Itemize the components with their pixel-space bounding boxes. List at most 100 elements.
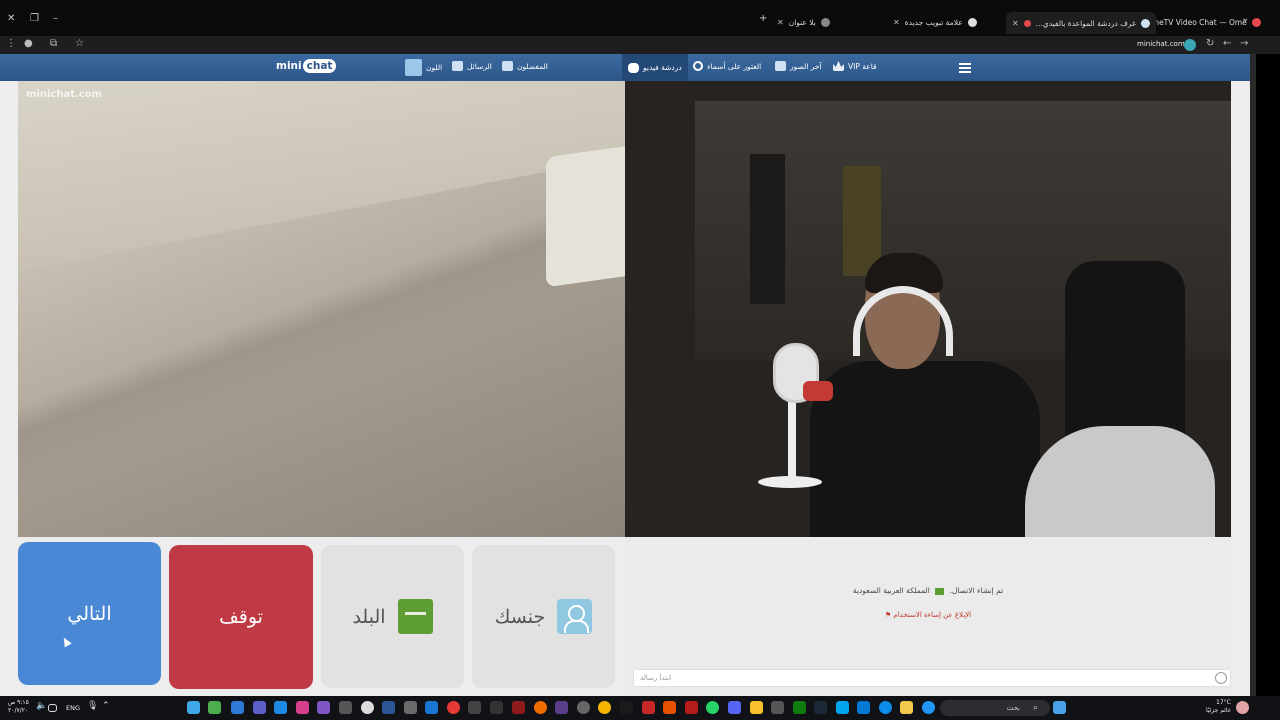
taskbar-app-icon[interactable]: [404, 701, 417, 714]
tab-minichat[interactable]: غرف دردشة المواعدة بالفيدي... ✕: [1006, 12, 1156, 34]
file-explorer-icon[interactable]: [900, 701, 913, 714]
taskbar-app-icon[interactable]: [663, 701, 676, 714]
page-scrollbar[interactable]: [1250, 54, 1256, 696]
store-icon[interactable]: [857, 701, 870, 714]
taskbar-app-icon[interactable]: [490, 701, 503, 714]
taskbar-app-icon[interactable]: [534, 701, 547, 714]
country-button[interactable]: البلد: [321, 545, 464, 688]
search-icon: ⌕: [1033, 703, 1039, 713]
language-indicator[interactable]: ENG: [66, 704, 80, 712]
taskbar-app-icon[interactable]: [382, 701, 395, 714]
profile-icon[interactable]: ●: [24, 38, 33, 49]
taskbar-app-icon[interactable]: [231, 701, 244, 714]
report-abuse-label: الإبلاغ عن إساءة الاستخدام: [893, 611, 972, 619]
taskbar-app-icon[interactable]: [468, 701, 481, 714]
close-tab-icon[interactable]: ✕: [893, 18, 900, 27]
nav-search-name[interactable]: العثور على أسماء: [693, 61, 761, 71]
bookmark-star-icon[interactable]: ☆: [75, 38, 84, 49]
taskbar-app-icon[interactable]: [750, 701, 763, 714]
chrome-icon[interactable]: [598, 701, 611, 714]
close-tab-icon[interactable]: ✕: [777, 18, 784, 27]
minimize-window-icon[interactable]: –: [53, 13, 58, 24]
new-tab-button[interactable]: +: [759, 13, 767, 24]
taskbar-app-icon[interactable]: [620, 701, 633, 714]
chat-message-input[interactable]: ابتدأ رسالة: [633, 669, 1231, 687]
gender-button[interactable]: جنسك: [472, 545, 615, 688]
saudi-flag-icon: [397, 599, 433, 634]
partner-country: المملكة العربية السعودية: [852, 586, 930, 595]
network-icon[interactable]: [48, 704, 57, 712]
taskbar-app-icon[interactable]: [922, 701, 935, 714]
clock-time: ٩:١٥ ص: [8, 699, 29, 706]
taskbar-app-icon[interactable]: [361, 701, 374, 714]
reload-icon[interactable]: ↻: [1206, 38, 1214, 49]
edge-icon[interactable]: [879, 701, 892, 714]
xbox-icon[interactable]: [793, 701, 806, 714]
restore-window-icon[interactable]: ❐: [30, 13, 39, 24]
taskbar-app-icon[interactable]: [577, 701, 590, 714]
nav-messages[interactable]: الرسائل: [452, 61, 492, 71]
taskbar-app-icon[interactable]: [187, 701, 200, 714]
next-button[interactable]: التالي: [18, 542, 161, 685]
more-menu-icon[interactable]: ⋮: [6, 38, 16, 49]
gender-avatar-icon: [557, 599, 593, 634]
taskbar-app-icon[interactable]: [339, 701, 352, 714]
extensions-icon[interactable]: ⧉: [50, 38, 57, 49]
taskbar-clock[interactable]: ٩:١٥ ص ٢٠/٧/٢٠: [8, 699, 29, 715]
menu-icon[interactable]: [959, 63, 971, 73]
whatsapp-icon[interactable]: [706, 701, 719, 714]
taskbar-app-icon[interactable]: [685, 701, 698, 714]
url-field[interactable]: minichat.com: [1137, 40, 1185, 48]
close-window-icon[interactable]: ✕: [7, 13, 15, 24]
instagram-icon[interactable]: [296, 701, 309, 714]
taskbar-weather[interactable]: 17°C غائم جزئيًا: [1206, 699, 1231, 715]
taskbar-app-icon[interactable]: [771, 701, 784, 714]
local-video: [18, 81, 625, 537]
taskbar-app-icon[interactable]: [836, 701, 849, 714]
report-flag-icon: ⚑: [884, 611, 892, 619]
nav-favorites[interactable]: المفضلون: [502, 61, 548, 71]
minichat-page: VIP قاعة آخر الصور العثور على أسماء دردش…: [0, 54, 1250, 696]
tab-favicon-icon: [1140, 18, 1150, 28]
nav-color[interactable]: اللون: [405, 59, 442, 76]
site-info-icon[interactable]: [1184, 39, 1196, 51]
forward-icon[interactable]: ←: [1223, 38, 1231, 49]
logo-prefix: mini: [276, 60, 302, 72]
nav-video-chat[interactable]: دردشة فيديو: [622, 54, 688, 81]
taskbar-app-icon[interactable]: [274, 701, 287, 714]
minichat-logo[interactable]: mini chat: [276, 59, 337, 73]
partner-video: [625, 81, 1231, 537]
nav-color-label: اللون: [426, 63, 443, 72]
taskbar-app-icon[interactable]: [555, 701, 568, 714]
emoji-icon[interactable]: [1215, 672, 1227, 684]
browser-tab-bar: ✕ ❐ – + ⌄ OmeTV Video Chat — Ome... ✕ غر…: [0, 0, 1280, 36]
stop-button[interactable]: توقف: [169, 545, 313, 689]
tab-title: غرف دردشة المواعدة بالفيدي...: [1035, 18, 1136, 28]
taskbar-app-icon[interactable]: [642, 701, 655, 714]
tab-new-tab[interactable]: علامة تبويب جديدة ✕: [893, 14, 977, 30]
nav-vip[interactable]: VIP قاعة: [833, 61, 877, 71]
close-tab-icon[interactable]: ✕: [1012, 19, 1019, 28]
tab-untitled[interactable]: بلا عنوان ✕: [777, 14, 830, 30]
steam-icon[interactable]: [814, 701, 827, 714]
nav-latest-photos[interactable]: آخر الصور: [775, 61, 822, 71]
report-abuse-link[interactable]: الإبلاغ عن إساءة الاستخدام ⚑: [625, 611, 1231, 619]
taskbar-app-icon[interactable]: [253, 701, 266, 714]
back-icon[interactable]: →: [1240, 38, 1248, 49]
recording-icon: [1023, 19, 1031, 27]
taskbar-app-icon[interactable]: [512, 701, 525, 714]
show-hidden-icons-icon[interactable]: ⌃: [102, 701, 115, 714]
weather-desc: غائم جزئيًا: [1206, 707, 1231, 714]
taskbar-app-icon[interactable]: [317, 701, 330, 714]
taskbar-app-icon[interactable]: [208, 701, 221, 714]
video-scene-object: [758, 476, 822, 488]
taskbar-app-icon[interactable]: [425, 701, 438, 714]
tab-favicon-icon: [820, 17, 830, 27]
discord-icon[interactable]: [728, 701, 741, 714]
video-chat-icon: [628, 62, 639, 73]
nav-messages-label: الرسائل: [467, 61, 492, 71]
start-menu-icon[interactable]: [1053, 701, 1066, 714]
microphone-icon[interactable]: 🎙: [87, 701, 100, 714]
taskbar-app-icon[interactable]: [447, 701, 460, 714]
search-icon: [693, 61, 703, 71]
